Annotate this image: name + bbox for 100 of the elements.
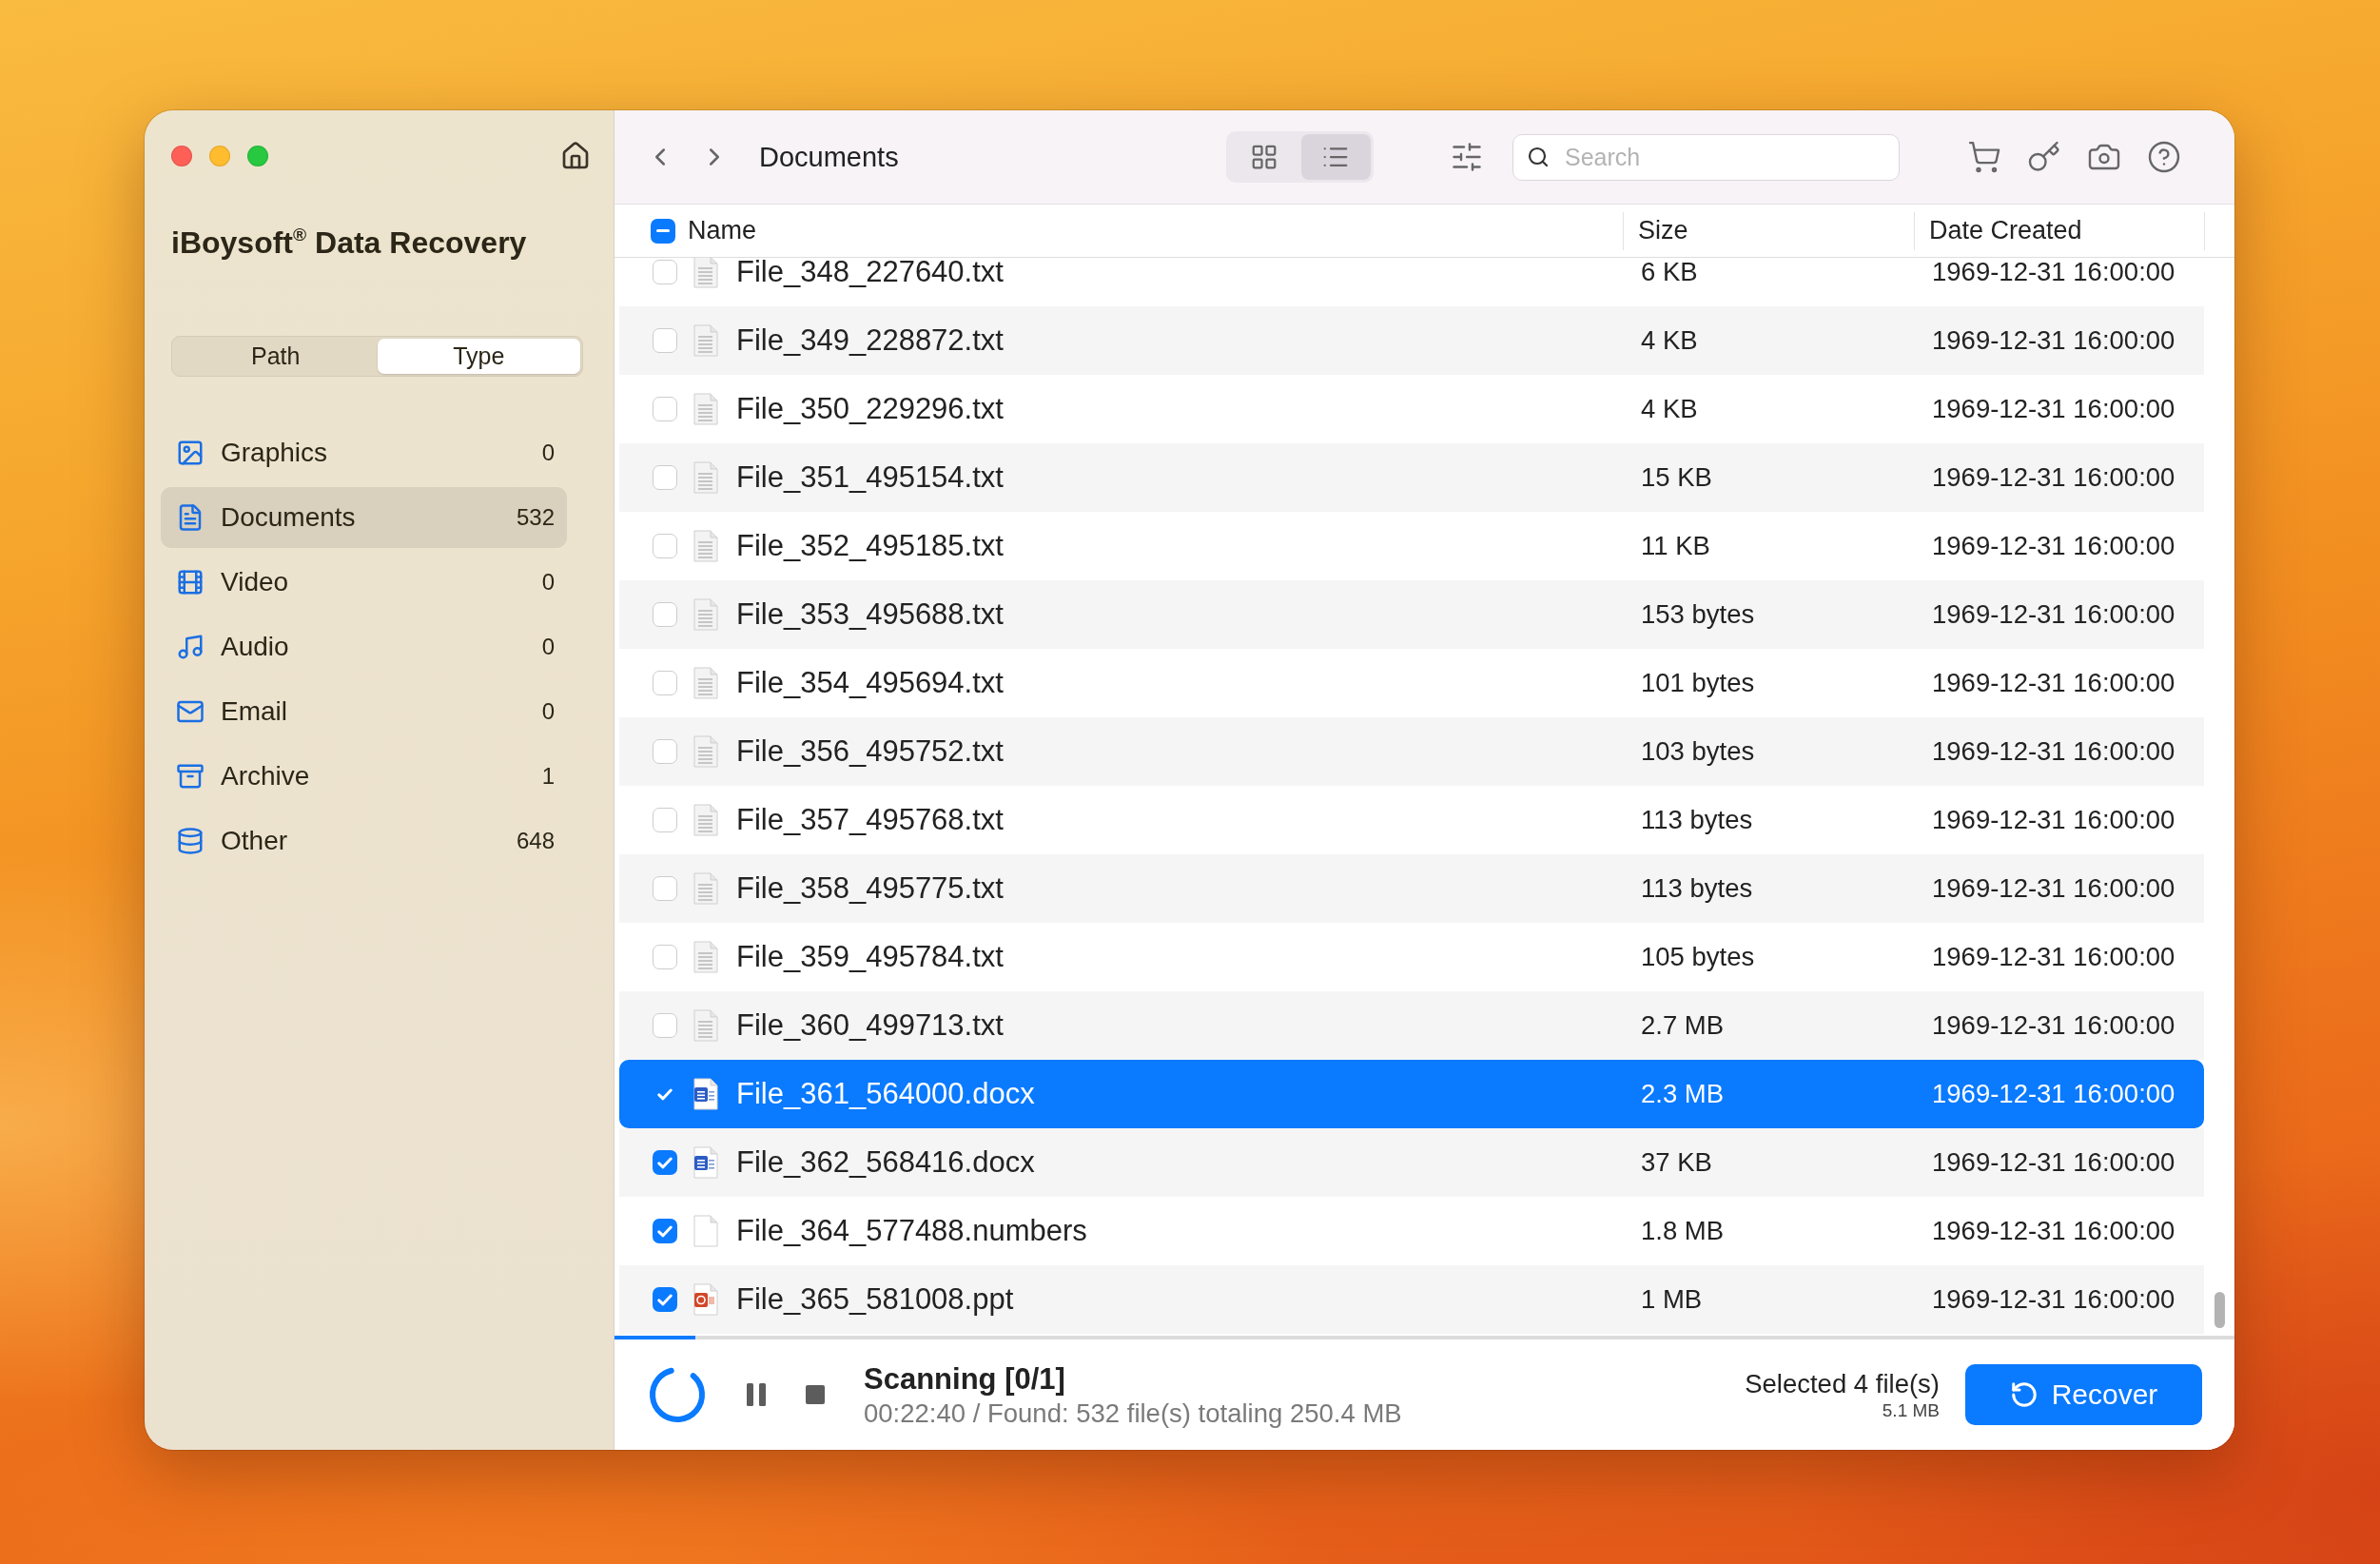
date-created: 1969-12-31 16:00:00 xyxy=(1931,1010,2175,1041)
checkbox[interactable] xyxy=(653,1013,677,1038)
category-count: 0 xyxy=(541,440,555,466)
checkbox[interactable] xyxy=(653,1219,677,1243)
select-all-checkbox[interactable] xyxy=(651,218,675,244)
text-file-icon xyxy=(693,598,718,631)
date-created: 1969-12-31 16:00:00 xyxy=(1931,873,2175,904)
category-count: 1 xyxy=(541,763,555,790)
cart-icon[interactable] xyxy=(1967,140,2001,174)
minus-icon xyxy=(656,229,670,232)
date-created: 1969-12-31 16:00:00 xyxy=(1931,805,2175,835)
stop-icon[interactable] xyxy=(806,1385,825,1404)
table-row[interactable]: File_353_495688.txt 153 bytes 1969-12-31 16:00:00 xyxy=(619,580,2204,649)
table-row[interactable]: File_360_499713.txt 2.7 MB 1969-12-31 16:00:00 xyxy=(619,991,2204,1060)
checkbox[interactable] xyxy=(653,739,677,764)
scrollbar-thumb[interactable] xyxy=(2214,1292,2225,1328)
file-size: 113 bytes xyxy=(1640,805,1753,835)
search-field[interactable]: Search xyxy=(1512,133,1900,181)
slides-file-icon xyxy=(693,1283,718,1316)
search-icon xyxy=(1527,145,1550,168)
sliders-icon[interactable] xyxy=(1450,140,1484,174)
checkbox[interactable] xyxy=(653,945,677,969)
database-icon xyxy=(176,827,205,855)
doc-file-icon xyxy=(693,1146,718,1179)
file-name: File_362_568416.docx xyxy=(736,1145,1035,1180)
table-row[interactable]: File_365_581008.ppt 1 MB 1969-12-31 16:00:00 xyxy=(619,1265,2204,1334)
date-created: 1969-12-31 16:00:00 xyxy=(1931,258,2175,287)
selection-size: 5.1 MB xyxy=(1882,1399,1940,1421)
checkbox[interactable] xyxy=(653,876,677,901)
checkbox[interactable] xyxy=(653,1150,677,1175)
checkbox[interactable] xyxy=(653,465,677,490)
category-count: 0 xyxy=(541,698,555,725)
recover-button[interactable]: Recover xyxy=(1965,1364,2202,1425)
help-icon[interactable] xyxy=(2147,140,2181,174)
checkmark-icon xyxy=(657,1293,673,1306)
category-count: 0 xyxy=(541,569,555,596)
checkbox[interactable] xyxy=(653,397,677,421)
segment-tab[interactable]: Path xyxy=(174,339,378,374)
film-icon xyxy=(176,568,205,596)
category-label: Documents xyxy=(221,502,356,533)
text-file-icon xyxy=(693,941,718,973)
checkbox[interactable] xyxy=(653,671,677,695)
file-name: File_361_564000.docx xyxy=(736,1077,1035,1111)
window-zoom-icon[interactable] xyxy=(247,146,268,166)
file-size: 15 KB xyxy=(1640,462,1712,493)
window-minimize-icon[interactable] xyxy=(209,146,230,166)
home-icon[interactable] xyxy=(560,141,591,171)
text-file-icon xyxy=(693,461,718,494)
table-row[interactable]: File_356_495752.txt 103 bytes 1969-12-31 16:00:00 xyxy=(619,717,2204,786)
date-created: 1969-12-31 16:00:00 xyxy=(1931,1079,2175,1109)
table-row[interactable]: File_351_495154.txt 15 KB 1969-12-31 16:00:00 xyxy=(619,443,2204,512)
doc-file-icon xyxy=(693,1078,718,1110)
column-header[interactable]: Date Created xyxy=(1929,216,2082,245)
category-count: 648 xyxy=(516,828,555,854)
table-row[interactable]: File_349_228872.txt 4 KB 1969-12-31 16:00:00 xyxy=(619,306,2204,375)
table-row[interactable]: File_358_495775.txt 113 bytes 1969-12-31 16:00:00 xyxy=(619,854,2204,923)
view-mode-button[interactable] xyxy=(1300,134,1371,180)
text-file-icon xyxy=(693,393,718,425)
window-close-icon[interactable] xyxy=(171,146,192,166)
file-name: File_349_228872.txt xyxy=(736,323,1004,358)
file-size: 101 bytes xyxy=(1640,668,1755,698)
music-note-icon xyxy=(176,633,205,661)
checkbox[interactable] xyxy=(653,328,677,353)
sidebar-item[interactable]: Graphics 0 xyxy=(161,422,567,483)
file-name: File_352_495185.txt xyxy=(736,529,1004,563)
key-icon[interactable] xyxy=(2027,140,2061,174)
sidebar-item[interactable]: Email 0 xyxy=(161,681,567,742)
column-header[interactable]: Size xyxy=(1638,216,1688,245)
sidebar-item[interactable]: Other 648 xyxy=(161,811,567,871)
checkbox[interactable] xyxy=(653,534,677,558)
file-size: 153 bytes xyxy=(1640,599,1755,630)
file-size: 6 KB xyxy=(1640,258,1698,287)
file-size: 4 KB xyxy=(1640,325,1698,356)
table-row[interactable]: File_361_564000.docx 2.3 MB 1969-12-31 16:00:00 xyxy=(619,1060,2204,1128)
date-created: 1969-12-31 16:00:00 xyxy=(1931,942,2175,972)
file-size: 11 KB xyxy=(1640,531,1710,561)
checkbox[interactable] xyxy=(653,808,677,832)
table-row[interactable]: File_362_568416.docx 37 KB 1969-12-31 16:00:00 xyxy=(619,1128,2204,1197)
segment-tab[interactable]: Type xyxy=(377,339,580,374)
file-size: 113 bytes xyxy=(1640,873,1753,904)
sidebar-item[interactable]: Archive 1 xyxy=(161,746,567,807)
column-header[interactable]: Name xyxy=(688,216,757,245)
file-name: File_364_577488.numbers xyxy=(736,1214,1087,1248)
sidebar-item[interactable]: Audio 0 xyxy=(161,616,567,677)
text-file-icon xyxy=(693,735,718,768)
checkbox[interactable] xyxy=(653,602,677,627)
file-size: 103 bytes xyxy=(1640,736,1755,767)
app-title: iBoysoft$^{®}$ Data Recovery xyxy=(171,225,527,260)
file-size: 2.3 MB xyxy=(1640,1079,1725,1109)
checkbox[interactable] xyxy=(653,260,677,284)
date-created: 1969-12-31 16:00:00 xyxy=(1931,1284,2175,1315)
date-created: 1969-12-31 16:00:00 xyxy=(1931,599,2175,630)
checkbox[interactable] xyxy=(653,1287,677,1312)
sidebar-item[interactable]: Documents 532 xyxy=(161,487,567,548)
file-name: File_359_495784.txt xyxy=(736,940,1004,974)
pause-icon[interactable] xyxy=(746,1382,767,1407)
view-segmented-control[interactable]: Path Type xyxy=(171,336,583,377)
file-name: File_357_495768.txt xyxy=(736,803,1004,837)
sidebar-item[interactable]: Video 0 xyxy=(161,552,567,613)
file-name: File_350_229296.txt xyxy=(736,392,1004,426)
